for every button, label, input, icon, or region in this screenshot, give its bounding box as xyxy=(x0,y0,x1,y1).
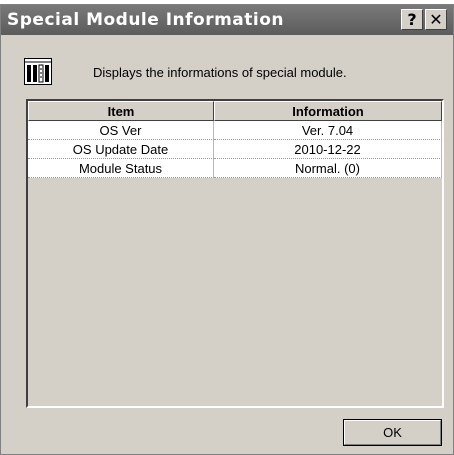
column-header-item[interactable]: Item xyxy=(28,101,214,121)
help-icon: ? xyxy=(407,10,417,29)
special-module-info-dialog: Special Module Information ? ✕ Displays … xyxy=(0,4,454,455)
title-bar[interactable]: Special Module Information ? ✕ xyxy=(1,5,453,35)
table-row[interactable]: Module Status Normal. (0) xyxy=(28,159,442,178)
ok-button[interactable]: OK xyxy=(343,419,442,446)
column-header-information[interactable]: Information xyxy=(214,101,442,121)
item-cell: Module Status xyxy=(28,159,214,178)
information-cell: Ver. 7.04 xyxy=(214,121,442,140)
help-button[interactable]: ? xyxy=(401,9,423,30)
close-button[interactable]: ✕ xyxy=(425,9,447,30)
info-list[interactable]: Item Information OS Ver Ver. 7.04 OS Upd… xyxy=(26,99,444,408)
list-header: Item Information xyxy=(28,101,442,121)
table-row[interactable]: OS Update Date 2010-12-22 xyxy=(28,140,442,159)
close-icon: ✕ xyxy=(429,10,443,29)
information-cell: Normal. (0) xyxy=(214,159,442,178)
item-cell: OS Ver xyxy=(28,121,214,140)
ok-button-label: OK xyxy=(344,420,441,445)
table-row[interactable]: OS Ver Ver. 7.04 xyxy=(28,121,442,140)
description-text: Displays the informations of special mod… xyxy=(93,65,347,80)
information-cell: 2010-12-22 xyxy=(214,140,442,159)
list-rows: OS Ver Ver. 7.04 OS Update Date 2010-12-… xyxy=(28,121,442,178)
item-cell: OS Update Date xyxy=(28,140,214,159)
window-title: Special Module Information xyxy=(7,10,285,30)
module-icon xyxy=(24,58,52,85)
